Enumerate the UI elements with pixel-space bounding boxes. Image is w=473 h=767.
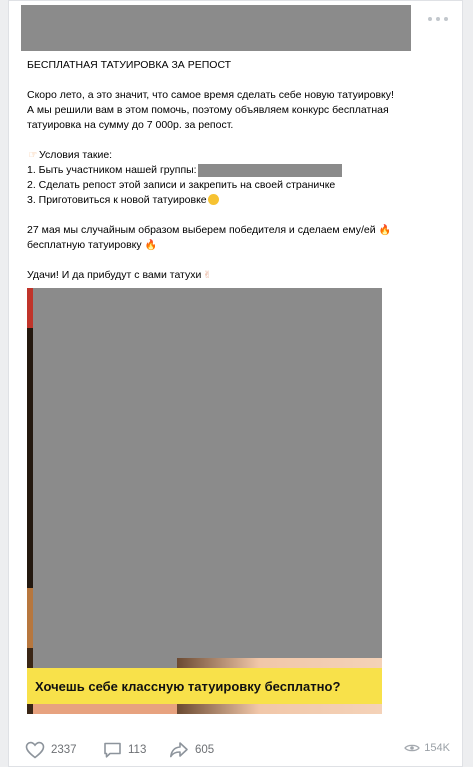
- comment-count: 113: [128, 744, 147, 756]
- fire-icon: 🔥: [378, 225, 391, 236]
- like-count: 2337: [51, 744, 77, 756]
- views-counter: 154K: [404, 742, 450, 754]
- image-redacted: [33, 288, 382, 668]
- like-button[interactable]: 2337: [25, 741, 77, 759]
- views-count: 154K: [424, 742, 450, 754]
- condition-text: 3. Приготовиться к новой татуировке: [27, 194, 207, 206]
- heart-icon: [25, 741, 45, 759]
- condition-text: 1. Быть участником нашей группы:: [27, 164, 197, 176]
- conditions-header: Условия такие:: [39, 149, 113, 161]
- more-dots-icon[interactable]: [428, 15, 448, 23]
- image-banner: Хочешь себе классную татуировку бесплатн…: [27, 668, 382, 704]
- share-count: 605: [195, 744, 215, 756]
- paragraph-text: бесплатную татуировку: [27, 239, 142, 251]
- post-title-line: БЕСПЛАТНАЯ ТАТУИРОВКА ЗА РЕПОСТ: [27, 59, 232, 71]
- share-arrow-icon: [170, 742, 188, 758]
- banner-text: Хочешь себе классную татуировку бесплатн…: [35, 678, 341, 694]
- paragraph-line: Скоро лето, а это значит, что самое врем…: [27, 89, 394, 101]
- condition-item: 1. Быть участником нашей группы:: [27, 163, 447, 178]
- comment-button[interactable]: 113: [103, 741, 146, 759]
- post-footer: 2337 113 605 154K: [9, 737, 462, 767]
- fire-icon: 🔥: [144, 240, 157, 251]
- post-header-redacted: [21, 5, 411, 51]
- closing-text: Удачи! И да прибудут с вами татухи: [27, 269, 202, 281]
- paragraph-text: 27 мая мы случайным образом выберем побе…: [27, 224, 376, 236]
- condition-item: 3. Приготовиться к новой татуировке: [27, 193, 447, 208]
- share-button[interactable]: 605: [169, 741, 214, 759]
- victory-hand-icon: ✌: [203, 270, 212, 281]
- group-link-redacted[interactable]: [197, 163, 342, 177]
- paragraph-line: бесплатную татуировку 🔥: [27, 238, 447, 253]
- conditions-header-line: ☞ Условия такие:: [27, 148, 447, 163]
- post-image[interactable]: Хочешь себе классную татуировку бесплатн…: [27, 288, 382, 714]
- post-card: БЕСПЛАТНАЯ ТАТУИРОВКА ЗА РЕПОСТ Скоро ле…: [8, 0, 463, 767]
- eye-icon: [404, 744, 421, 752]
- smile-icon: [207, 194, 219, 205]
- paragraph-line: 27 мая мы случайным образом выберем побе…: [27, 223, 447, 238]
- paragraph-line: А мы решили вам в этом помочь, поэтому о…: [27, 104, 389, 116]
- pointing-hand-icon: ☞: [28, 150, 38, 161]
- post-text: БЕСПЛАТНАЯ ТАТУИРОВКА ЗА РЕПОСТ Скоро ле…: [27, 58, 447, 283]
- paragraph-line: татуировка на сумму до 7 000р. за репост…: [27, 119, 234, 131]
- closing-line: Удачи! И да прибудут с вами татухи ✌: [27, 268, 447, 283]
- condition-item: 2. Сделать репост этой записи и закрепит…: [27, 179, 336, 191]
- comment-icon: [104, 742, 121, 758]
